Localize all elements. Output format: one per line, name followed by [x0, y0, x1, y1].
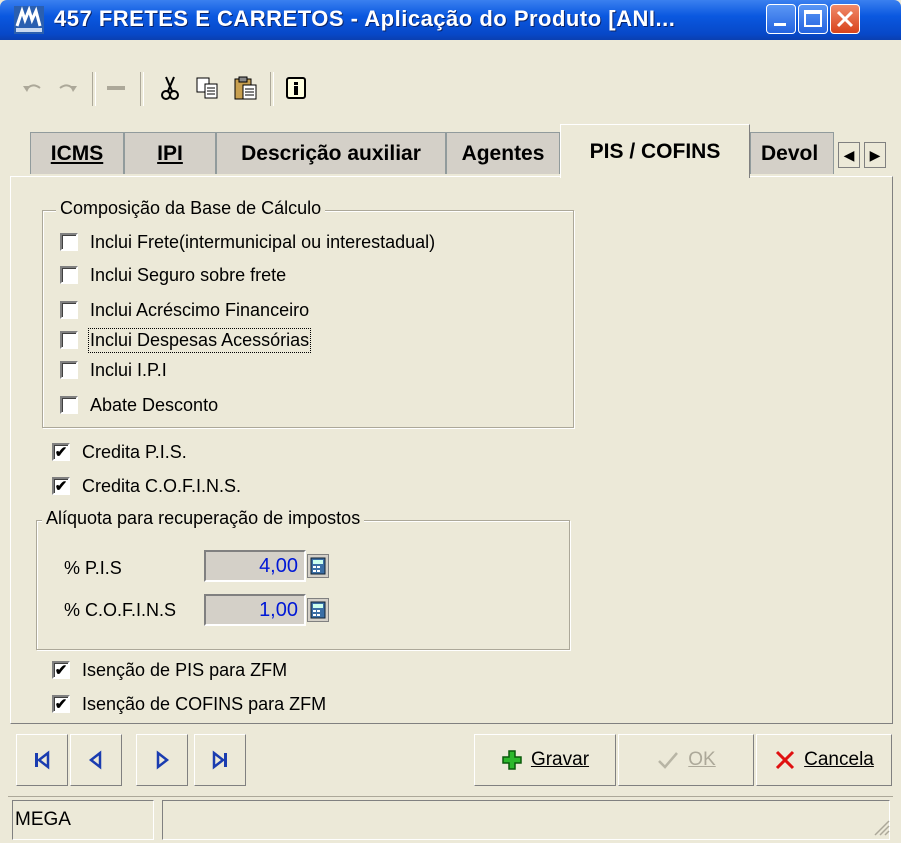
checkbox-box[interactable]	[60, 301, 78, 319]
toolbar-separator	[92, 72, 96, 106]
gravar-button[interactable]: Gravar	[474, 734, 616, 786]
checkbox-credita-cofins[interactable]: ✔ Credita C.O.F.I.N.S.	[52, 472, 241, 500]
checkbox-label: Inclui Frete(intermunicipal ou interesta…	[90, 231, 436, 252]
cut-icon[interactable]	[154, 74, 186, 102]
checkbox-inclui-acrescimo[interactable]: Inclui Acréscimo Financeiro	[60, 296, 309, 324]
checkbox-label: Inclui Acréscimo Financeiro	[90, 299, 310, 320]
tab-label: PIS / COFINS	[589, 139, 721, 163]
checkbox-isencao-cofins[interactable]: ✔ Isenção de COFINS para ZFM	[52, 690, 326, 718]
checkbox-inclui-despesas[interactable]: Inclui Despesas Acessórias	[60, 326, 312, 354]
calculator-icon[interactable]	[307, 554, 329, 578]
cancela-button[interactable]: Cancela	[756, 734, 892, 786]
checkbox-label: Abate Desconto	[90, 394, 219, 415]
checkbox-label: Inclui I.P.I	[90, 359, 167, 380]
status-panel-message	[162, 800, 890, 840]
first-record-icon	[35, 750, 50, 770]
tab-label: Agentes	[461, 141, 545, 165]
checkbox-box[interactable]: ✔	[52, 443, 70, 461]
close-button[interactable]	[830, 4, 860, 34]
tab-label: Devol	[761, 141, 819, 165]
checkbox-box[interactable]: ✔	[52, 477, 70, 495]
aliquota-legend: Alíquota para recuperação de impostos	[42, 508, 365, 529]
base-calculo-legend: Composição da Base de Cálculo	[56, 198, 326, 219]
first-record-button[interactable]	[16, 734, 68, 786]
undo-icon[interactable]	[16, 74, 48, 102]
checkbox-box[interactable]: ✔	[52, 661, 70, 679]
checkbox-inclui-frete[interactable]: Inclui Frete(intermunicipal ou interesta…	[60, 228, 435, 256]
next-record-icon	[156, 750, 170, 770]
tab-scroll-left-button[interactable]: ◀	[838, 142, 860, 168]
checkbox-box[interactable]	[60, 361, 78, 379]
tab-label: Descrição auxiliar	[241, 141, 421, 165]
checkbox-box[interactable]: ✔	[52, 695, 70, 713]
tab-ipi[interactable]: IPI	[124, 132, 216, 174]
checkbox-credita-pis[interactable]: ✔ Credita P.I.S.	[52, 438, 187, 466]
tab-scroll-right-button[interactable]: ▶	[864, 142, 886, 168]
checkbox-box[interactable]	[60, 233, 78, 251]
checkbox-inclui-ipi[interactable]: Inclui I.P.I	[60, 356, 167, 384]
previous-record-button[interactable]	[70, 734, 122, 786]
cancela-label: Cancela	[804, 749, 874, 770]
minimize-button[interactable]	[766, 4, 796, 34]
gravar-label: Gravar	[530, 749, 590, 770]
pis-input[interactable]: 4,00	[204, 550, 306, 582]
checkbox-label: Isenção de COFINS para ZFM	[82, 693, 327, 714]
checkbox-isencao-pis[interactable]: ✔ Isenção de PIS para ZFM	[52, 656, 287, 684]
checkbox-abate-desconto[interactable]: Abate Desconto	[60, 391, 218, 419]
cancel-x-icon	[776, 750, 795, 770]
toolbar-separator	[140, 72, 144, 106]
last-record-button[interactable]	[194, 734, 246, 786]
window-title: 457 FRETES E CARRETOS - Aplicação do Pro…	[54, 6, 676, 31]
ok-button[interactable]: OK	[618, 734, 754, 786]
checkbox-label: Inclui Despesas Acessórias	[87, 327, 312, 353]
tab-label: ICMS	[50, 141, 104, 165]
status-panel-company: MEGA	[12, 800, 154, 840]
checkbox-label: Credita P.I.S.	[82, 441, 187, 462]
maximize-button[interactable]	[798, 4, 828, 34]
checkbox-box[interactable]	[60, 331, 78, 349]
checkbox-inclui-seguro[interactable]: Inclui Seguro sobre frete	[60, 261, 286, 289]
checkbox-label: Isenção de PIS para ZFM	[82, 659, 288, 680]
delete-icon[interactable]	[100, 74, 132, 102]
tab-icms[interactable]: ICMS	[30, 132, 124, 174]
plus-icon	[502, 750, 522, 770]
tab-pis-cofins[interactable]: PIS / COFINS	[560, 124, 750, 178]
tab-descricao-auxiliar[interactable]: Descrição auxiliar	[216, 132, 446, 174]
copy-icon[interactable]	[192, 74, 224, 102]
checkbox-label: Inclui Seguro sobre frete	[90, 264, 287, 285]
paste-icon[interactable]	[230, 74, 262, 102]
tab-label: IPI	[157, 141, 183, 165]
previous-record-icon	[88, 750, 102, 770]
mega-logo-icon[interactable]	[14, 5, 44, 34]
toolbar-separator	[270, 72, 274, 106]
redo-icon[interactable]	[52, 74, 84, 102]
ok-label: OK	[688, 749, 716, 770]
info-icon[interactable]	[280, 74, 312, 102]
check-icon	[658, 752, 679, 769]
cofins-label: % C.O.F.I.N.S	[64, 600, 177, 620]
tab-agentes[interactable]: Agentes	[446, 132, 560, 174]
tab-devolucao[interactable]: Devol	[750, 132, 834, 174]
checkbox-box[interactable]	[60, 266, 78, 284]
last-record-icon	[212, 750, 227, 770]
checkbox-label: Credita C.O.F.I.N.S.	[82, 475, 242, 496]
cofins-input[interactable]: 1,00	[204, 594, 306, 626]
checkbox-box[interactable]	[60, 396, 78, 414]
resize-grip-icon[interactable]	[872, 818, 890, 836]
pis-label: % P.I.S	[64, 558, 122, 578]
calculator-icon[interactable]	[307, 598, 329, 622]
next-record-button[interactable]	[136, 734, 188, 786]
aliquota-group	[36, 520, 570, 650]
